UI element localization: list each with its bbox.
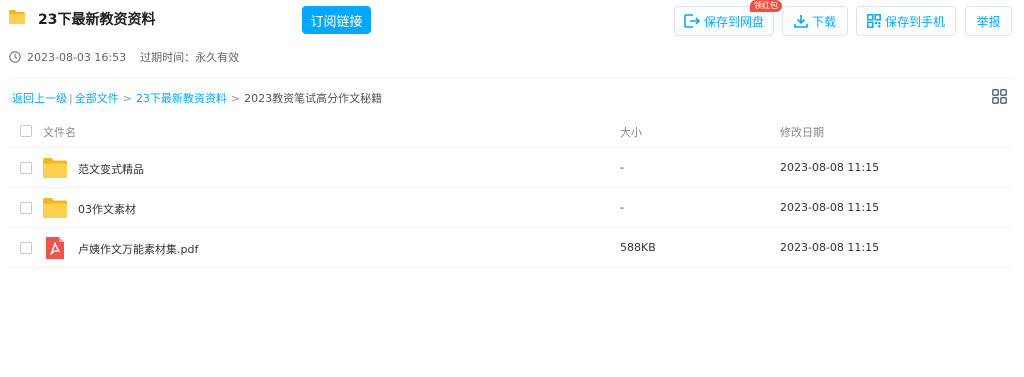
breadcrumb-level1-link[interactable]: 23下最新教资资料: [136, 90, 227, 106]
file-size: -: [620, 161, 624, 174]
file-modified: 2023-08-08 11:15: [780, 201, 880, 214]
breadcrumb-all-files-link[interactable]: 全部文件: [75, 90, 119, 106]
divider: [9, 78, 1013, 79]
file-name[interactable]: 卢姨作文万能素材集.pdf: [78, 241, 198, 257]
download-button[interactable]: 下载: [782, 6, 848, 36]
save-to-pan-label: 保存到网盘: [703, 14, 764, 29]
breadcrumb-separator: >: [122, 91, 132, 105]
expire-label: 过期时间：: [140, 51, 196, 64]
file-size: -: [620, 201, 624, 214]
file-table: 文件名 大小 修改日期 范文变式精品 - 2023-08-08 11:15 03…: [9, 112, 1013, 268]
table-row[interactable]: 03作文素材 - 2023-08-08 11:15: [9, 188, 1013, 228]
breadcrumb-current: 2023教资笔试高分作文秘籍: [244, 92, 383, 105]
grid-view-icon[interactable]: [992, 89, 1007, 104]
expire-value: 永久有效: [195, 51, 240, 64]
column-header-name[interactable]: 文件名: [43, 124, 76, 140]
row-checkbox[interactable]: [20, 242, 32, 254]
qr-code-icon: [867, 14, 881, 28]
clock-icon: [9, 51, 21, 63]
folder-icon: [43, 158, 67, 178]
folder-icon: [9, 10, 25, 24]
file-size: 588KB: [620, 241, 656, 254]
table-header: 文件名 大小 修改日期: [9, 112, 1013, 148]
file-modified: 2023-08-08 11:15: [780, 161, 880, 174]
red-packet-badge[interactable]: 领红包: [750, 0, 782, 12]
column-header-modified[interactable]: 修改日期: [780, 124, 824, 140]
breadcrumb-back-link[interactable]: 返回上一级: [12, 90, 67, 106]
table-row[interactable]: 卢姨作文万能素材集.pdf 588KB 2023-08-08 11:15: [9, 228, 1013, 268]
folder-icon: [43, 198, 67, 218]
row-checkbox[interactable]: [20, 202, 32, 214]
breadcrumb-divider: |: [69, 91, 73, 105]
download-icon: [794, 15, 808, 28]
file-modified: 2023-08-08 11:15: [780, 241, 880, 254]
pdf-icon: [46, 237, 64, 259]
column-header-size[interactable]: 大小: [620, 124, 642, 140]
subscribe-link-button[interactable]: 订阅链接: [302, 6, 371, 34]
select-all-checkbox[interactable]: [20, 125, 32, 137]
save-to-phone-button[interactable]: 保存到手机: [856, 6, 956, 36]
breadcrumb: 返回上一级 | 全部文件 > 23下最新教资资料 > 2023教资笔试高分作文秘…: [12, 90, 382, 106]
download-label: 下载: [811, 14, 836, 29]
share-title: 23下最新教资资料: [38, 12, 156, 28]
save-to-phone-label: 保存到手机: [884, 14, 945, 29]
file-name[interactable]: 03作文素材: [78, 201, 136, 217]
created-time: 2023-08-03 16:53: [27, 50, 127, 64]
table-row[interactable]: 范文变式精品 - 2023-08-08 11:15: [9, 148, 1013, 188]
report-button[interactable]: 举报: [965, 6, 1012, 36]
save-export-icon: [684, 14, 700, 28]
file-name[interactable]: 范文变式精品: [78, 161, 144, 177]
share-header: 23下最新教资资料 订阅链接 保存到网盘 领红包 下载 保存到手机 举报: [0, 0, 1024, 40]
share-meta: 2023-08-03 16:53 过期时间： 永久有效: [9, 49, 239, 65]
breadcrumb-separator: >: [230, 91, 241, 105]
row-checkbox[interactable]: [20, 162, 32, 174]
